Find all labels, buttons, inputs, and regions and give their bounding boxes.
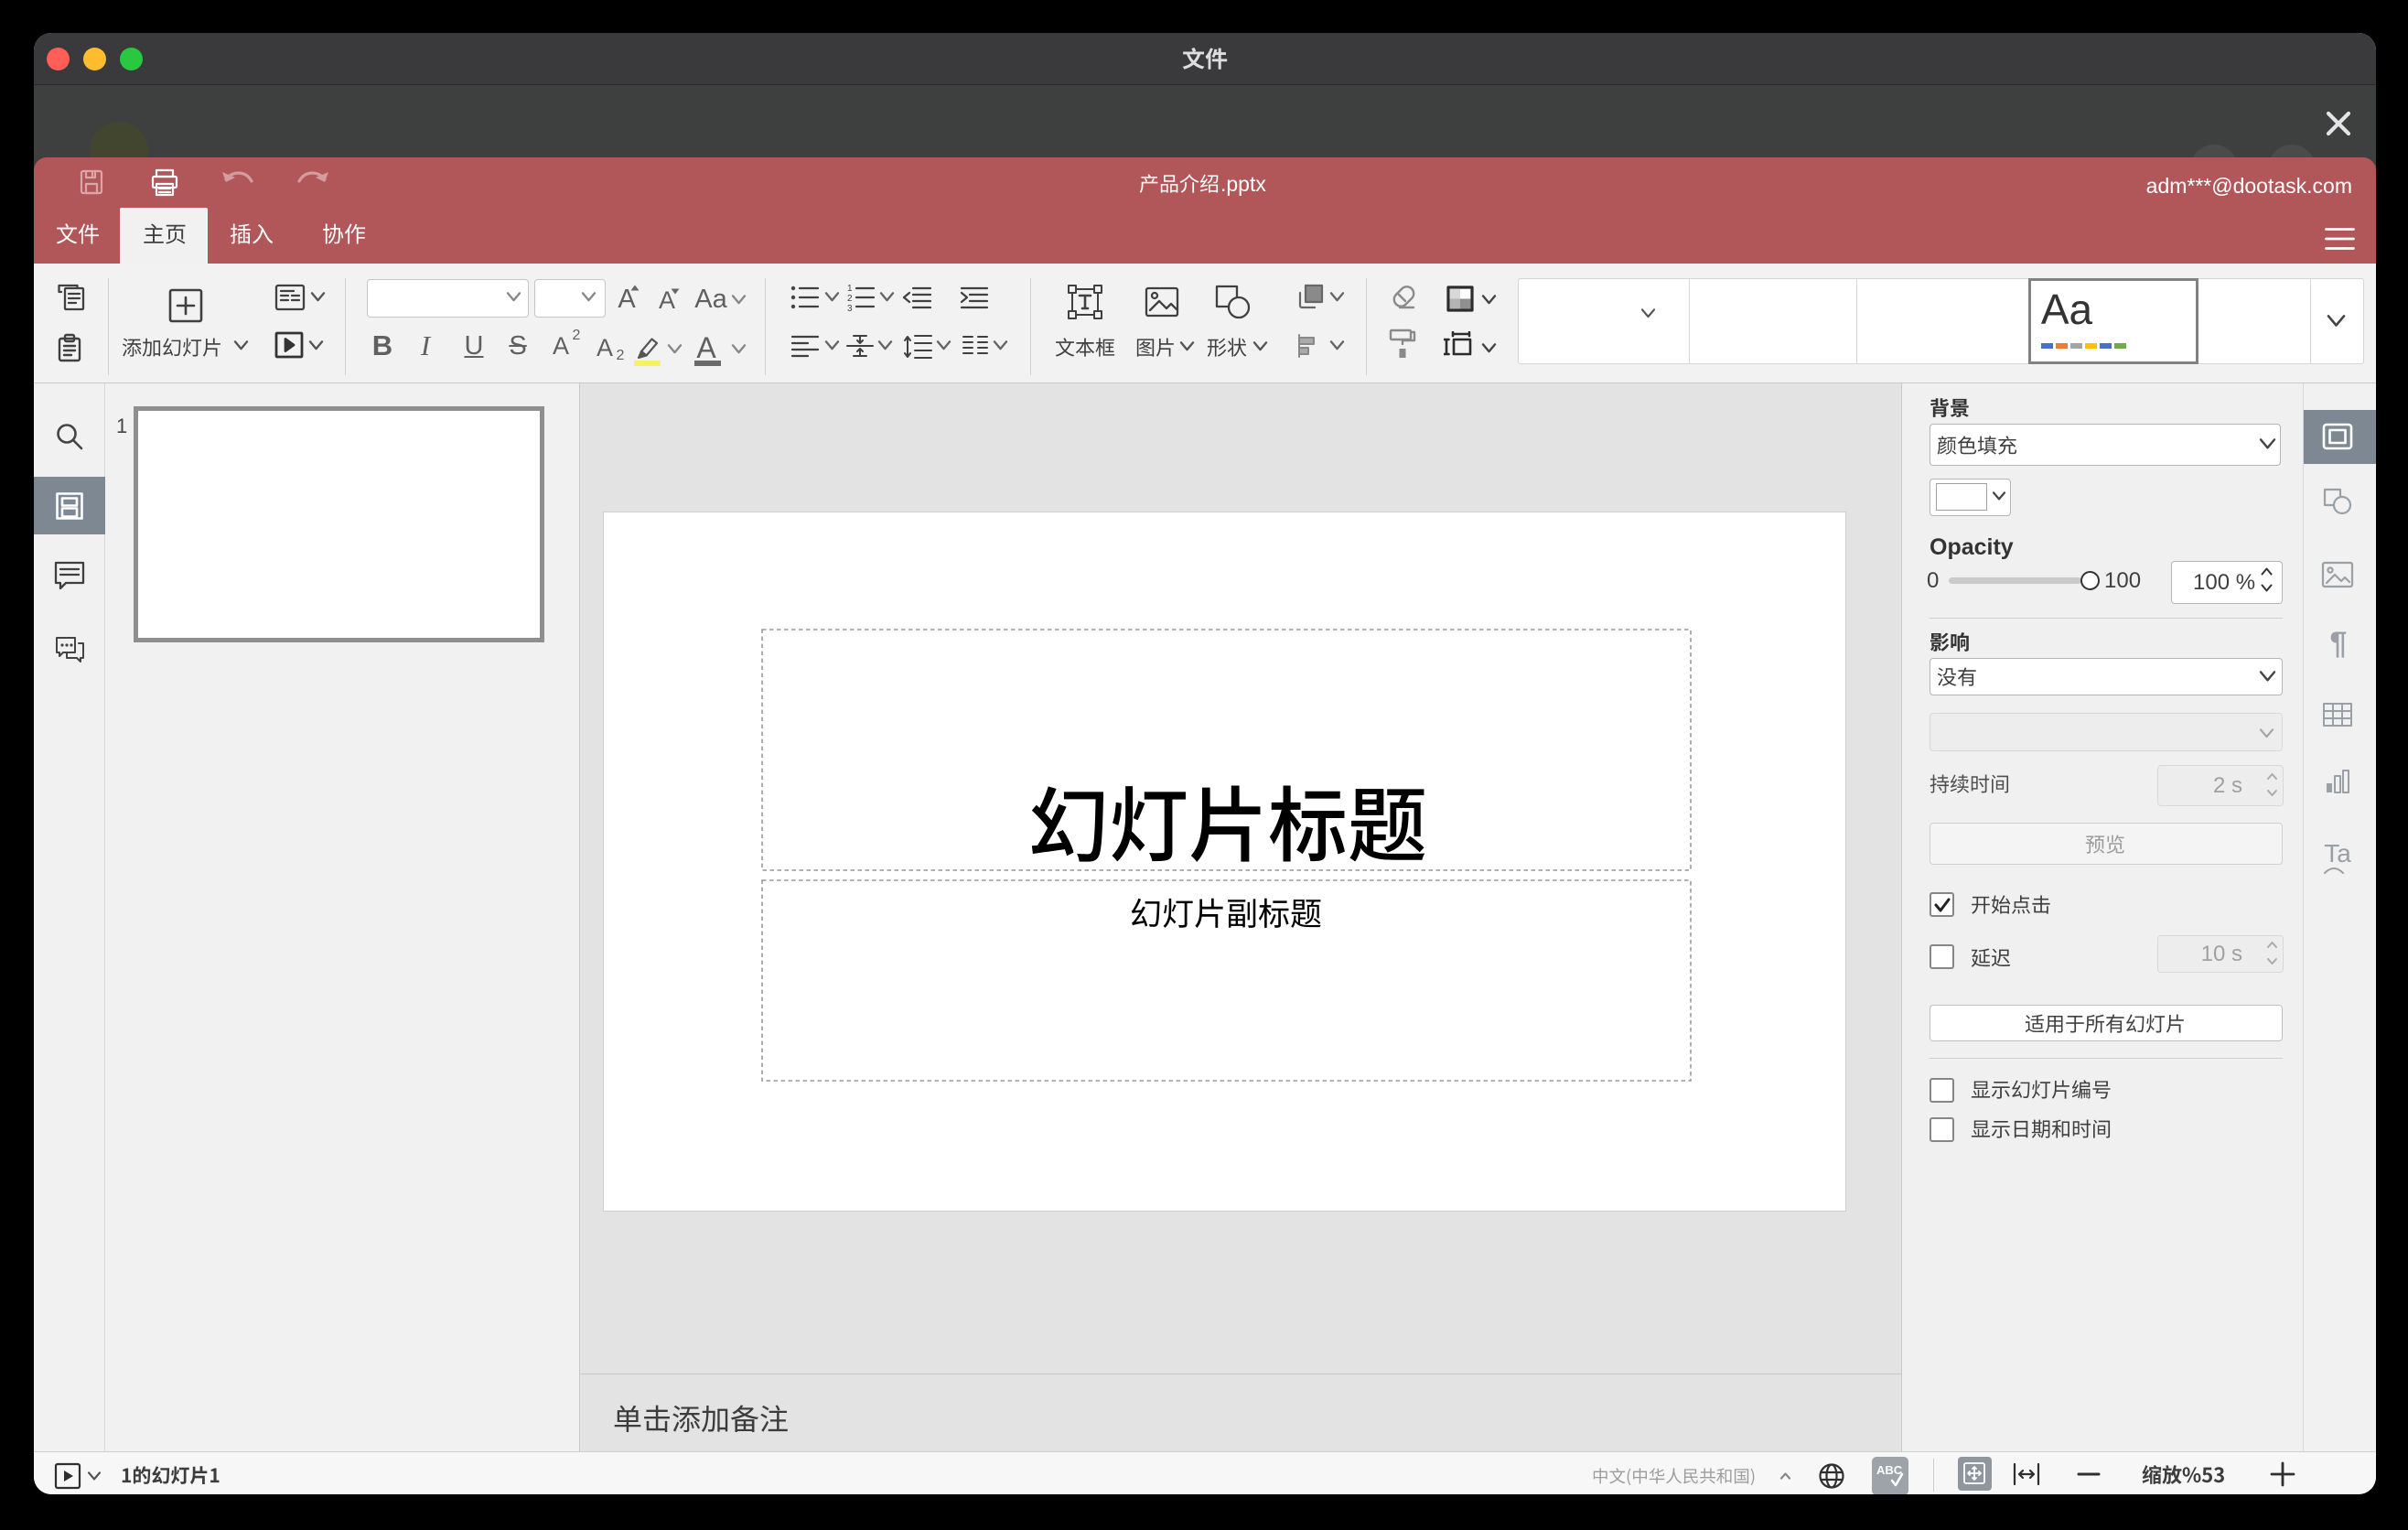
svg-text:1: 1	[847, 284, 853, 294]
svg-text:ABC: ABC	[1876, 1463, 1903, 1477]
svg-text:3: 3	[847, 304, 853, 312]
svg-text:2: 2	[847, 294, 853, 304]
